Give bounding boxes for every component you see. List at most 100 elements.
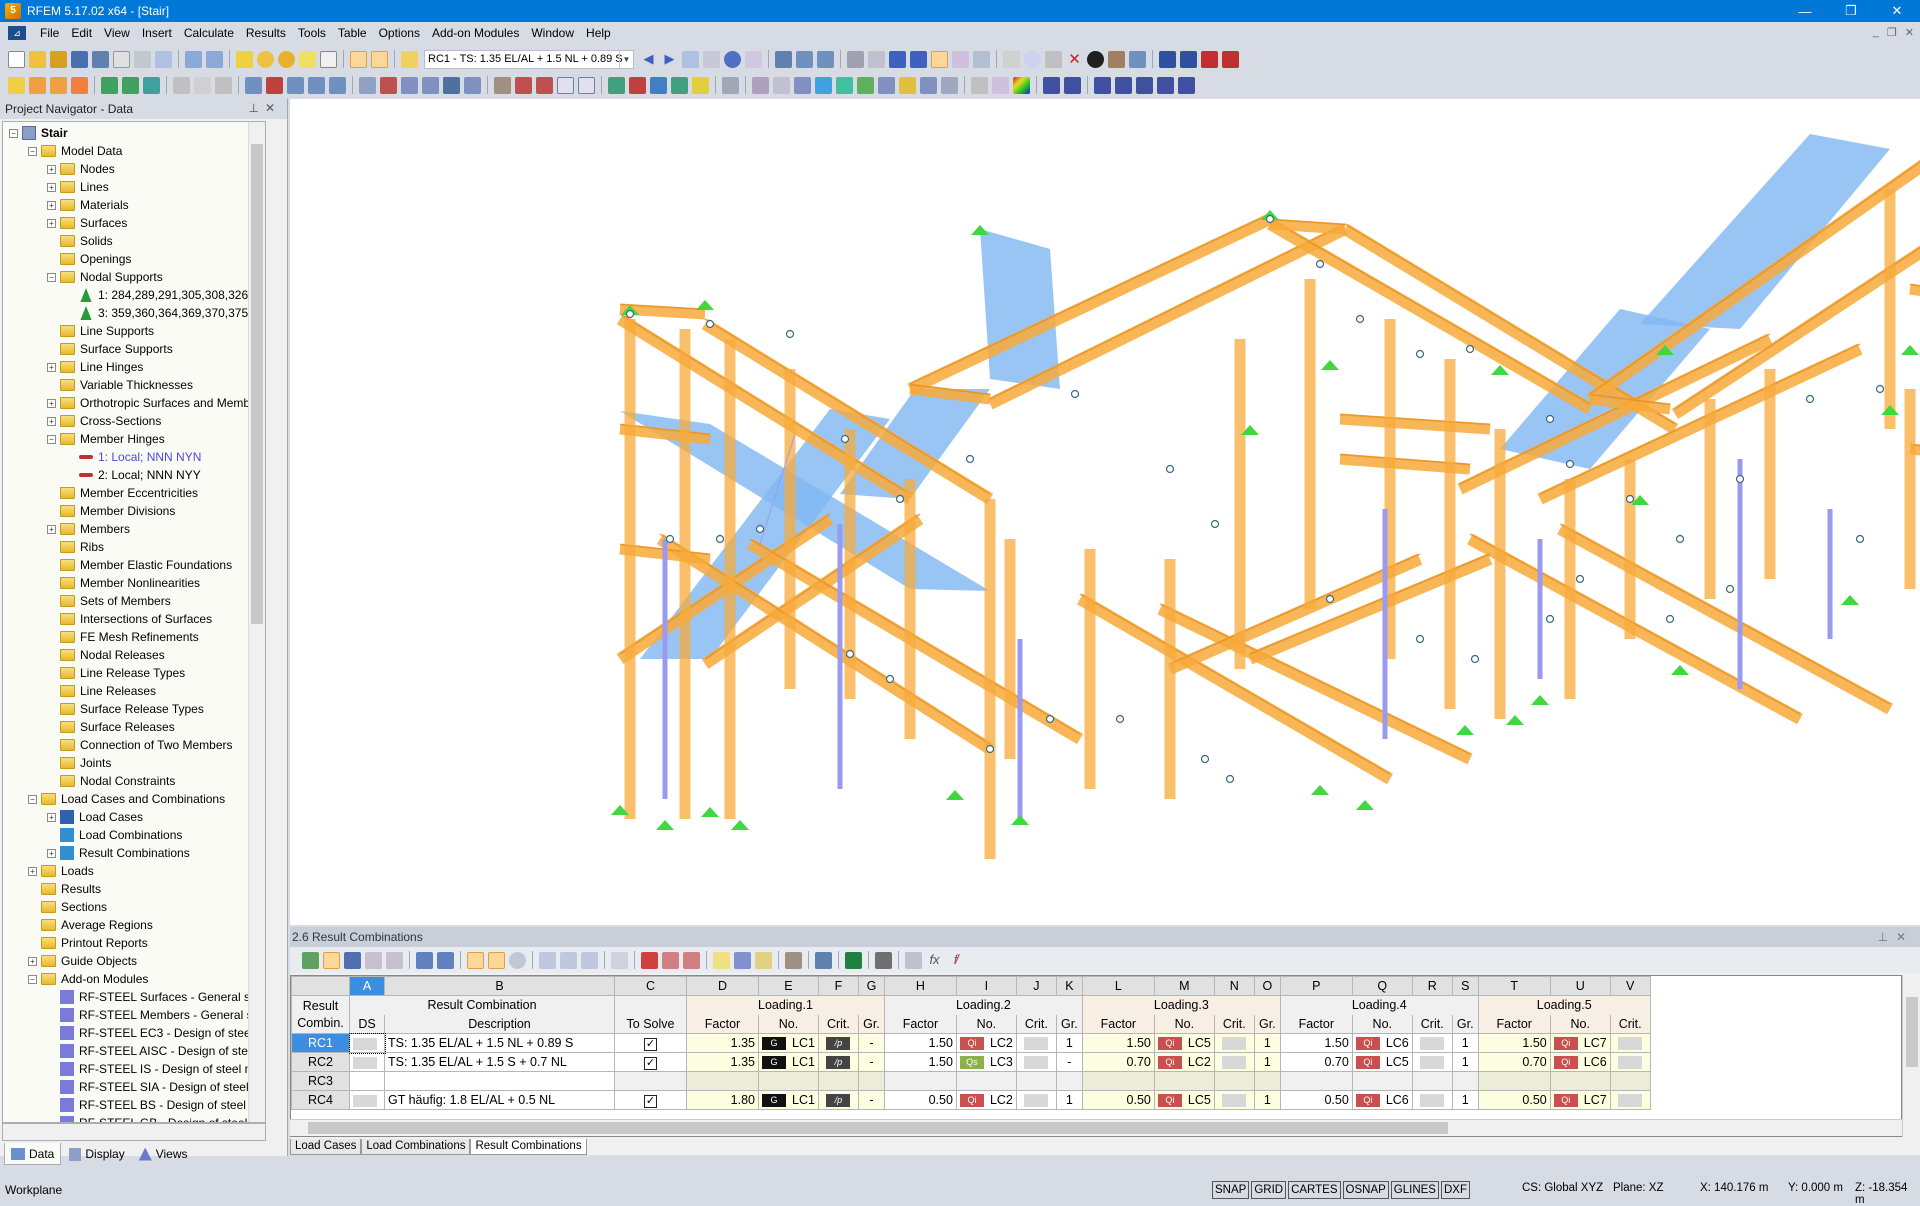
- tree-item[interactable]: Member Elastic Foundations: [47, 556, 232, 574]
- display-icon[interactable]: [692, 76, 709, 94]
- visibility-icon[interactable]: [722, 76, 739, 94]
- view-axes-icon[interactable]: [889, 50, 906, 68]
- empty-cell[interactable]: [1253, 1071, 1281, 1091]
- save-all-icon[interactable]: [71, 50, 88, 68]
- deformation-icon[interactable]: [724, 50, 741, 68]
- column-header-k[interactable]: K: [1055, 976, 1083, 996]
- to-solve-cell[interactable]: ✓: [614, 1090, 687, 1110]
- crit-cell[interactable]: /p: [817, 1052, 859, 1072]
- factor-cell[interactable]: 0.50: [1279, 1090, 1353, 1110]
- fx-icon[interactable]: fx: [926, 952, 943, 969]
- empty-cell[interactable]: [1015, 1071, 1057, 1091]
- table-row[interactable]: RC3: [291, 1071, 1651, 1091]
- factor-cell[interactable]: 0.50: [883, 1090, 957, 1110]
- group-cell[interactable]: 1: [1253, 1052, 1281, 1072]
- empty-cell[interactable]: [1451, 1071, 1479, 1091]
- group-cell[interactable]: -: [1055, 1052, 1083, 1072]
- tree-item[interactable]: + Load Cases: [47, 808, 143, 826]
- expand-icon[interactable]: +: [28, 866, 37, 876]
- reactions-icon[interactable]: [857, 76, 874, 94]
- tree-item[interactable]: Results: [28, 880, 101, 898]
- tree-item[interactable]: Sets of Members: [47, 592, 171, 610]
- mdi-close-button[interactable]: ✕: [1905, 26, 1914, 39]
- delete-row-icon[interactable]: [611, 951, 628, 969]
- empty-cell[interactable]: [1411, 1071, 1453, 1091]
- text-format-icon[interactable]: [905, 951, 922, 969]
- expand-icon[interactable]: +: [47, 218, 56, 228]
- building-icon[interactable]: [952, 50, 969, 68]
- load-case-cell[interactable]: G LC1: [758, 1052, 819, 1072]
- crit-cell[interactable]: [1609, 1090, 1651, 1110]
- tree-item[interactable]: RF-STEEL Surfaces - General stress: [47, 988, 265, 1006]
- export-icon[interactable]: [1159, 50, 1176, 68]
- edit-cell-icon[interactable]: [755, 951, 772, 969]
- column-header-j[interactable]: J: [1015, 976, 1057, 996]
- to-solve-checkbox[interactable]: ✓: [644, 1056, 657, 1070]
- tree-item[interactable]: + Line Hinges: [47, 358, 143, 376]
- layout-2-icon[interactable]: [1064, 76, 1081, 94]
- clipboard-icon[interactable]: [113, 50, 130, 68]
- load-line-icon[interactable]: [287, 76, 304, 94]
- member-results-icon[interactable]: [878, 76, 895, 94]
- grid-results-icon[interactable]: [899, 76, 916, 94]
- dxf-toggle[interactable]: DXF: [1440, 1181, 1470, 1199]
- menu-tools[interactable]: Tools: [292, 26, 332, 40]
- filter2-icon[interactable]: [488, 951, 505, 969]
- menu-file[interactable]: File: [34, 26, 65, 40]
- fx-clear-icon[interactable]: f̸: [947, 952, 964, 969]
- mesh-icon[interactable]: [868, 50, 885, 68]
- tree-item[interactable]: 1: 284,289,291,305,308,326,340,: [66, 286, 265, 304]
- excel-export-icon[interactable]: [845, 951, 862, 969]
- save-icon[interactable]: [92, 50, 109, 68]
- undo-icon[interactable]: [185, 50, 202, 68]
- chart-icon[interactable]: [365, 951, 382, 969]
- new-line-icon[interactable]: [29, 76, 46, 94]
- table-vscrollbar[interactable]: [1902, 975, 1920, 1137]
- column-header-h[interactable]: H: [883, 976, 957, 996]
- crit-cell[interactable]: [1411, 1033, 1453, 1053]
- row-id[interactable]: RC2: [291, 1052, 350, 1072]
- load-wizard4-icon[interactable]: [464, 76, 481, 94]
- crit-cell[interactable]: /p: [817, 1090, 859, 1110]
- section-icon[interactable]: [794, 76, 811, 94]
- tree-item[interactable]: RF-STEEL Members - General stres: [47, 1006, 265, 1024]
- member-view-icon[interactable]: [752, 76, 769, 94]
- next-icon[interactable]: ▶: [661, 51, 678, 68]
- nav-tab-views[interactable]: Views: [133, 1143, 194, 1165]
- panel-pin-icon[interactable]: ⊥: [1877, 930, 1895, 944]
- target-icon[interactable]: [278, 50, 295, 68]
- layout-6-icon[interactable]: [1157, 76, 1174, 94]
- load-case-cell[interactable]: Qi LC7: [1549, 1090, 1611, 1110]
- column-header-v[interactable]: V: [1609, 976, 1651, 996]
- tree-item[interactable]: Load Combinations: [47, 826, 182, 844]
- surface-results-icon[interactable]: [815, 76, 832, 94]
- layout-3-icon[interactable]: [1094, 76, 1111, 94]
- tree-item[interactable]: Sections: [28, 898, 107, 916]
- table-row[interactable]: RC1 TS: 1.35 EL/AL + 1.5 NL + 0.89 S ✓ 1.35…: [291, 1032, 1651, 1054]
- collapse-icon[interactable]: −: [28, 974, 37, 984]
- tree-item[interactable]: Printout Reports: [28, 934, 148, 952]
- column-header-t[interactable]: T: [1477, 976, 1551, 996]
- load-wizard-icon[interactable]: [401, 76, 418, 94]
- formula-icon[interactable]: [775, 50, 792, 68]
- view-z-icon[interactable]: [650, 76, 667, 94]
- tree-item[interactable]: − Model Data: [28, 142, 122, 160]
- color-scale-icon[interactable]: [1013, 76, 1030, 94]
- tree-item[interactable]: Member Eccentricities: [47, 484, 198, 502]
- cartes-toggle[interactable]: CARTES: [1288, 1181, 1341, 1199]
- expand-icon[interactable]: +: [47, 416, 56, 426]
- load-case-cell[interactable]: Qi LC6: [1549, 1052, 1611, 1072]
- pan-icon[interactable]: [494, 76, 511, 94]
- empty-cell[interactable]: [1609, 1071, 1651, 1091]
- chevron-down-icon[interactable]: ▼: [619, 50, 633, 68]
- menu-calculate[interactable]: Calculate: [178, 26, 240, 40]
- tree-item[interactable]: 1: Local; NNN NYN: [66, 448, 201, 466]
- rows-icon[interactable]: [734, 951, 751, 969]
- dlubal-logo-icon[interactable]: ⊿: [8, 26, 26, 40]
- support-reaction-icon[interactable]: [1201, 50, 1218, 68]
- column-header-g[interactable]: G: [857, 976, 885, 996]
- group-cell[interactable]: 1: [1451, 1033, 1479, 1053]
- table-row[interactable]: RC2 TS: 1.35 EL/AL + 1.5 S + 0.7 NL ✓ 1.35 G…: [291, 1052, 1651, 1072]
- mdi-minimize-button[interactable]: _: [1873, 26, 1879, 39]
- measure-icon[interactable]: [1003, 50, 1020, 68]
